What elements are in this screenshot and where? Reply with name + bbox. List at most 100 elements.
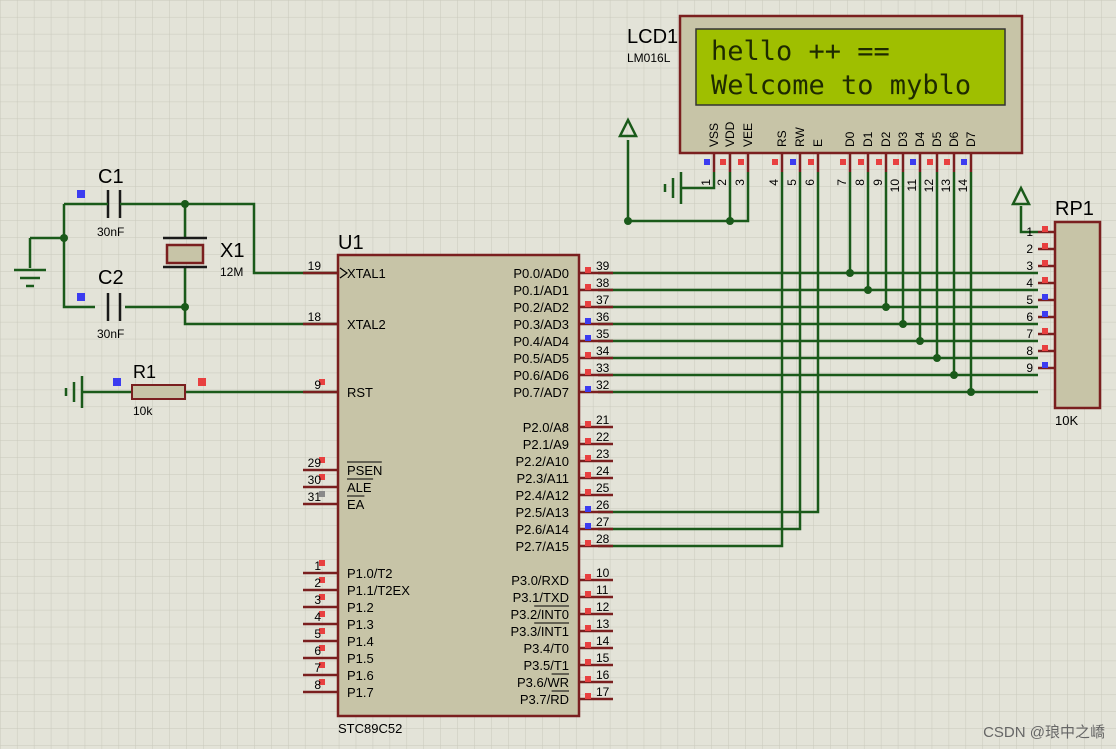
pin-label: P3.0/RXD [511, 573, 569, 588]
pin-label: ALE [347, 480, 372, 495]
pin-number: 8 [853, 179, 867, 186]
pin-number: 2 [1026, 242, 1033, 256]
pin-marker [77, 190, 85, 198]
pin-state-marker [772, 159, 778, 165]
pin-label: P1.1/T2EX [347, 583, 410, 598]
pin-state-marker [704, 159, 710, 165]
pin-state-marker [961, 159, 967, 165]
u1-ref-label: U1 [338, 232, 364, 254]
pin-state-marker [840, 159, 846, 165]
pin-label: D6 [947, 131, 961, 147]
pin-state-marker [585, 335, 591, 341]
x1-value-label: 12M [220, 265, 243, 279]
pin-state-marker [738, 159, 744, 165]
pin-number: 38 [596, 276, 610, 290]
pin-number: 2 [314, 576, 321, 590]
pin-label: P2.5/A13 [516, 505, 570, 520]
c1-value-label: 30nF [97, 225, 124, 239]
pin-marker [198, 378, 206, 386]
pin-state-marker [876, 159, 882, 165]
pin-state-marker [585, 659, 591, 665]
pin-label: P1.5 [347, 651, 374, 666]
pin-number: 28 [596, 532, 610, 546]
pin-marker [113, 378, 121, 386]
pin-label: D7 [964, 131, 978, 147]
pin-number: 5 [785, 179, 799, 186]
lcd-line-1: hello ++ == [711, 36, 890, 67]
pin-label: XTAL2 [347, 317, 386, 332]
junction-dot [181, 200, 189, 208]
pin-label: RS [775, 130, 789, 147]
pin-label: P3.3/INT1 [510, 624, 569, 639]
pin-state-marker [808, 159, 814, 165]
lcd-line-2: Welcome to myblo [711, 70, 971, 101]
pin-number: 31 [308, 490, 322, 504]
pin-number: 25 [596, 481, 610, 495]
resistor-r1[interactable] [131, 384, 186, 400]
pin-state-marker [910, 159, 916, 165]
pin-state-marker [585, 267, 591, 273]
pin-state-marker [1042, 294, 1048, 300]
junction-dot [624, 217, 632, 225]
pin-state-marker [585, 489, 591, 495]
pin-number: 1 [699, 179, 713, 186]
pin-number: 24 [596, 464, 610, 478]
pin-state-marker [790, 159, 796, 165]
pin-state-marker [585, 421, 591, 427]
pin-state-marker [893, 159, 899, 165]
pin-state-marker [585, 455, 591, 461]
pin-label: P0.1/AD1 [513, 283, 569, 298]
pin-number: 9 [314, 378, 321, 392]
pin-state-marker [1042, 243, 1048, 249]
pin-label: D1 [861, 131, 875, 147]
pin-label: P2.2/A10 [516, 454, 570, 469]
pin-state-marker [585, 608, 591, 614]
junction-dot [899, 320, 907, 328]
pin-label: EA [347, 497, 365, 512]
pin-label: P2.1/A9 [523, 437, 569, 452]
pin-number: 10 [888, 179, 902, 193]
pin-label: P2.4/A12 [516, 488, 570, 503]
pin-number: 2 [715, 179, 729, 186]
pin-number: 6 [1026, 310, 1033, 324]
schematic-canvas[interactable]: C1 30nF C2 30nF X1 12M R1 10k U1 STC89C5… [0, 0, 1116, 749]
pin-number: 18 [308, 310, 322, 324]
pin-label: P0.0/AD0 [513, 266, 569, 281]
pin-state-marker [585, 386, 591, 392]
pin-number: 39 [596, 259, 610, 273]
pin-number: 4 [767, 179, 781, 186]
rp1-ref-label: RP1 [1055, 198, 1094, 220]
lcd-ref-label: LCD1 [627, 26, 678, 48]
pin-number: 7 [835, 179, 849, 186]
pin-state-marker [585, 642, 591, 648]
c1-ref-label: C1 [98, 166, 124, 188]
pin-state-marker [720, 159, 726, 165]
pin-state-marker [1042, 226, 1048, 232]
pin-number: 13 [596, 617, 610, 631]
pin-number: 3 [733, 179, 747, 186]
pin-number: 8 [1026, 344, 1033, 358]
pin-number: 32 [596, 378, 610, 392]
pin-label: P1.2 [347, 600, 374, 615]
pin-state-marker [585, 506, 591, 512]
pin-label: RST [347, 385, 373, 400]
pin-label: P2.6/A14 [516, 522, 570, 537]
pin-number: 7 [1026, 327, 1033, 341]
pin-state-marker [585, 301, 591, 307]
pin-state-marker [585, 574, 591, 580]
pin-state-marker [858, 159, 864, 165]
pin-number: 4 [1026, 276, 1033, 290]
watermark-text: CSDN @琅中之嶠 [983, 724, 1105, 741]
resistor-pack-rp1[interactable] [1053, 220, 1102, 410]
pin-label: P3.6/WR [517, 675, 569, 690]
pin-state-marker [1042, 345, 1048, 351]
pin-number: 5 [314, 627, 321, 641]
pin-label: P3.7/RD [520, 692, 569, 707]
pin-state-marker [585, 625, 591, 631]
pin-number: 11 [905, 179, 919, 192]
pin-number: 27 [596, 515, 610, 529]
pin-number: 6 [803, 179, 817, 186]
pin-number: 6 [314, 644, 321, 658]
pin-number: 4 [314, 610, 321, 624]
pin-state-marker [585, 591, 591, 597]
